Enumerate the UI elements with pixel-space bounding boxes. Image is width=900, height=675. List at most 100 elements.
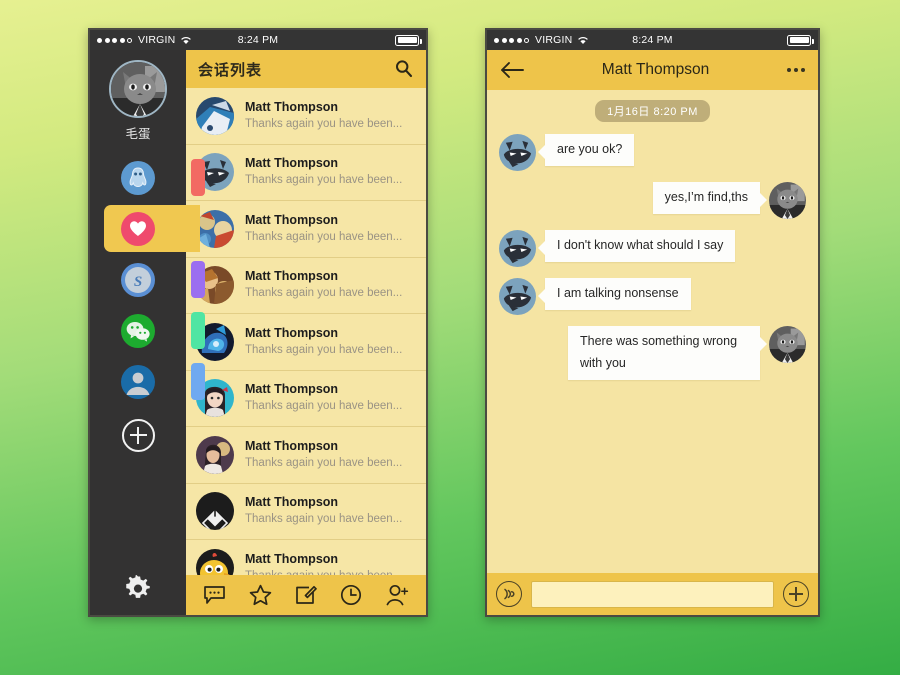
add-account-button[interactable]	[90, 407, 186, 463]
cat-avatar[interactable]	[769, 326, 806, 363]
carrier-label: VIRGIN	[535, 34, 573, 46]
list-item-preview: Thanks again you have been...	[245, 513, 403, 526]
anime-avatar-1	[196, 96, 234, 135]
gear-icon	[124, 574, 152, 608]
profile-name: 毛蛋	[125, 127, 151, 141]
signal-dots-icon	[97, 37, 132, 43]
svg-text:S: S	[134, 274, 142, 290]
message-thread: 1月16日 8:20 PM are you ok? yes,I’m find,t…	[487, 90, 818, 573]
wolf-avatar[interactable]	[499, 134, 536, 171]
list-item-preview: Thanks again you have been...	[245, 230, 403, 243]
girl-avatar-2	[196, 435, 234, 474]
list-item-name: Matt Thompson	[245, 382, 339, 397]
wolf-avatar[interactable]	[499, 230, 536, 267]
add-person-icon[interactable]	[385, 584, 409, 606]
skype-icon: S	[121, 262, 155, 297]
list-item-name: Matt Thompson	[245, 156, 339, 171]
more-dots-icon[interactable]	[787, 68, 805, 72]
list-item[interactable]: Matt Thompson Thanks again you have been…	[186, 257, 426, 314]
qq-penguin-icon	[121, 160, 155, 195]
list-item-name: Matt Thompson	[245, 99, 339, 114]
plus-circle-icon	[121, 418, 155, 452]
message-field-wrap[interactable]	[531, 580, 774, 608]
list-item-preview: Thanks again you have been...	[245, 456, 403, 469]
back-arrow-icon[interactable]	[500, 61, 524, 79]
date-divider: 1月16日 8:20 PM	[499, 100, 806, 122]
badge-strip-qq	[191, 159, 205, 196]
list-item-name: Matt Thompson	[245, 212, 339, 227]
person-icon	[121, 364, 155, 399]
message-bubble[interactable]: I am talking nonsense	[538, 278, 691, 310]
conversation-list[interactable]: Matt Thompson Thanks again you have been…	[186, 88, 426, 575]
sidebar-item-qq[interactable]	[90, 152, 205, 203]
list-item[interactable]: Matt Thompson Thanks again you have been…	[186, 144, 426, 201]
phone-chat-detail: VIRGIN 8:24 PM Matt Thompson 1月16日 8:20 …	[485, 28, 820, 617]
wechat-icon	[121, 313, 155, 348]
star-icon[interactable]	[249, 584, 272, 606]
message-bubble[interactable]: are you ok?	[537, 134, 635, 166]
list-item-preview: Thanks again you have been...	[245, 343, 403, 356]
message-row-incoming: I don't know what should I say	[499, 230, 806, 267]
status-bar-right: VIRGIN 8:24 PM	[487, 30, 818, 50]
sidebar-item-skype[interactable]: S	[90, 254, 205, 305]
plus-circle-icon[interactable]	[783, 581, 809, 607]
sidebar-item-wechat[interactable]	[90, 305, 205, 356]
settings-button[interactable]	[124, 568, 152, 615]
message-row-outgoing: There was something wrong with you	[499, 326, 806, 380]
message-bubble[interactable]: I don't know what should I say	[537, 230, 736, 262]
list-item[interactable]: Matt Thompson Thanks again you have been…	[186, 201, 426, 258]
sidebar-item-contacts[interactable]	[90, 356, 205, 407]
cat-avatar[interactable]	[769, 182, 806, 219]
list-item[interactable]: Matt Thompson Thanks again you have been…	[186, 427, 426, 484]
compose-icon[interactable]	[294, 585, 318, 606]
list-item[interactable]: Matt Thompson Thanks again you have been…	[186, 88, 426, 145]
battery-full-icon	[395, 34, 422, 46]
list-item-name: Matt Thompson	[245, 438, 339, 453]
list-item-name: Matt Thompson	[245, 495, 339, 510]
conversation-header: 会话列表	[186, 50, 426, 88]
list-item-name: Matt Thompson	[245, 551, 339, 566]
badge-strip-contacts	[191, 363, 205, 400]
wifi-icon	[180, 35, 192, 45]
list-item-name: Matt Thompson	[245, 325, 339, 340]
sidebar-item-heart[interactable]	[90, 203, 200, 254]
chat-contact-name: Matt Thompson	[601, 61, 710, 78]
carrier-label: VIRGIN	[138, 34, 176, 46]
list-item-preview: Thanks again you have been...	[245, 568, 402, 575]
list-item[interactable]: Matt Thompson Thanks again you have been…	[186, 370, 426, 427]
clock-icon[interactable]	[340, 584, 362, 606]
wifi-icon	[577, 35, 589, 45]
heart-icon	[121, 211, 155, 246]
phone-conversation-list: VIRGIN 8:24 PM 毛蛋 S 会话列表 Matt Thompson T…	[88, 28, 428, 617]
chat-header: Matt Thompson	[487, 50, 818, 90]
message-bubble[interactable]: There was something wrong with you	[568, 326, 767, 380]
page-title: 会话列表	[198, 61, 263, 79]
list-item-preview: Thanks again you have been...	[245, 174, 403, 187]
list-item-preview: Thanks again you have been...	[245, 400, 403, 413]
chat-bubble-icon[interactable]	[203, 585, 226, 606]
list-item[interactable]: Matt Thompson Thanks again you have been…	[186, 314, 426, 371]
message-row-outgoing: yes,I’m find,ths	[499, 182, 806, 219]
voice-wave-icon[interactable]	[496, 581, 522, 607]
list-item[interactable]: Matt Thompson Thanks again you have been…	[186, 483, 426, 540]
badge-strip-skype	[191, 261, 205, 298]
diamond-logo-avatar	[196, 492, 234, 531]
status-bar-left: VIRGIN 8:24 PM	[90, 30, 426, 50]
message-bubble[interactable]: yes,I’m find,ths	[652, 182, 768, 214]
search-icon[interactable]	[394, 59, 414, 79]
list-item-preview: Thanks again you have been...	[245, 117, 403, 130]
message-row-incoming: are you ok?	[499, 134, 806, 171]
message-row-incoming: I am talking nonsense	[499, 278, 806, 315]
cat-avatar	[109, 60, 167, 118]
list-item-preview: Thanks again you have been...	[245, 287, 403, 300]
profile-block[interactable]: 毛蛋	[109, 50, 167, 142]
duck-avatar	[196, 548, 234, 575]
list-item-name: Matt Thompson	[245, 269, 339, 284]
wolf-avatar[interactable]	[499, 278, 536, 315]
list-item[interactable]: Matt Thompson Thanks again you have been…	[186, 540, 426, 575]
anime-avatar-3	[196, 209, 234, 248]
bottom-tab-bar	[186, 575, 426, 615]
message-input[interactable]	[532, 581, 773, 607]
date-divider-label: 1月16日 8:20 PM	[595, 100, 710, 122]
sidebar: 毛蛋 S	[90, 50, 205, 615]
